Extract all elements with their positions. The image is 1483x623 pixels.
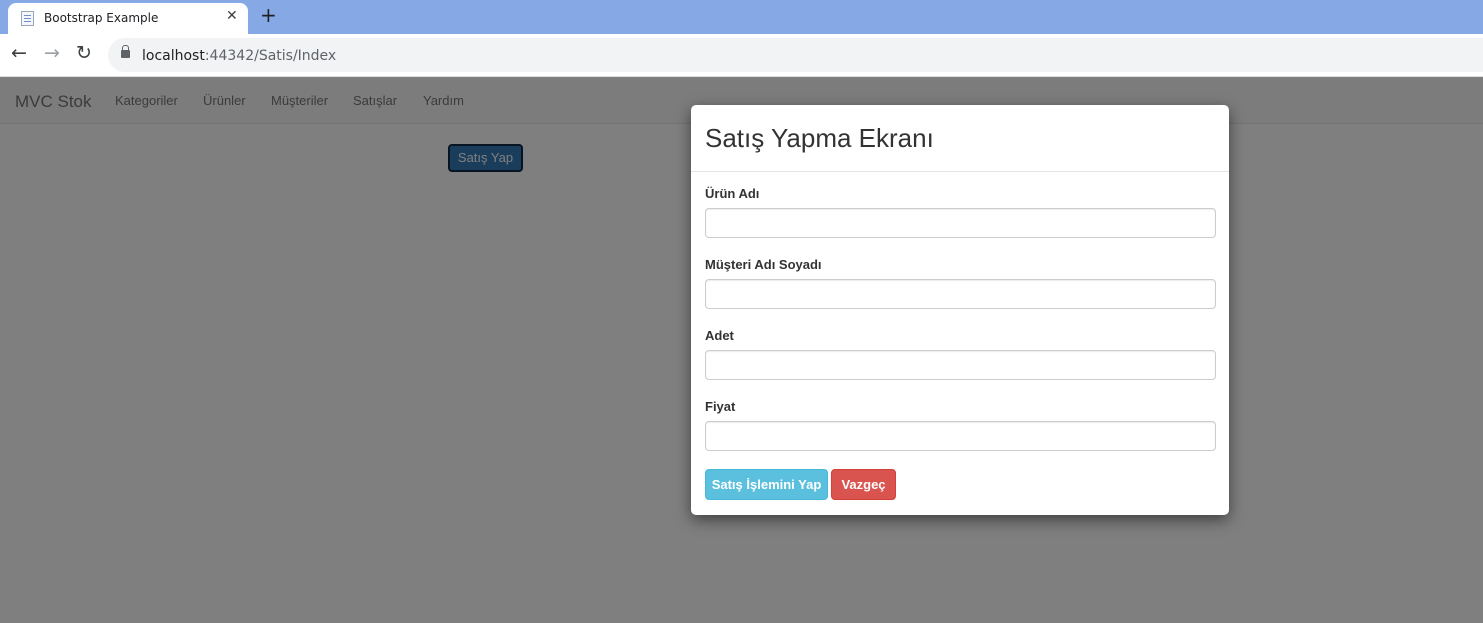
reload-icon[interactable]: ↻	[76, 42, 92, 64]
new-tab-icon[interactable]: +	[260, 3, 277, 27]
customer-name-label: Müşteri Adı Soyadı	[705, 257, 822, 272]
browser-tab-strip: Bootstrap Example ✕ +	[0, 0, 1483, 34]
quantity-label: Adet	[705, 328, 734, 343]
cancel-button[interactable]: Vazgeç	[831, 469, 896, 500]
url-text[interactable]: localhost:44342/Satis/Index	[142, 48, 336, 64]
close-tab-icon[interactable]: ✕	[226, 8, 238, 24]
customer-name-input[interactable]	[705, 279, 1216, 309]
quantity-input[interactable]	[705, 350, 1216, 380]
tab-title: Bootstrap Example	[44, 11, 159, 25]
lock-icon[interactable]	[121, 45, 130, 58]
price-label: Fiyat	[705, 399, 736, 414]
sale-modal: Satış Yapma Ekranı Ürün Adı Müşteri Adı …	[691, 105, 1229, 515]
modal-header: Satış Yapma Ekranı	[691, 105, 1229, 172]
browser-tab[interactable]: Bootstrap Example ✕	[8, 3, 248, 34]
product-name-input[interactable]	[705, 208, 1216, 238]
price-input[interactable]	[705, 421, 1216, 451]
product-name-label: Ürün Adı	[705, 186, 760, 201]
back-arrow-icon[interactable]: ←	[11, 42, 27, 64]
browser-toolbar: ← → ↻ localhost:44342/Satis/Index	[0, 34, 1483, 77]
address-bar[interactable]: localhost:44342/Satis/Index	[108, 38, 1483, 72]
forward-arrow-icon[interactable]: →	[44, 42, 60, 64]
page-favicon-icon	[21, 11, 34, 26]
modal-title: Satış Yapma Ekranı	[705, 123, 934, 153]
url-host: localhost	[142, 48, 205, 64]
submit-sale-button[interactable]: Satış İşlemini Yap	[705, 469, 828, 500]
url-path: :44342/Satis/Index	[204, 48, 337, 64]
